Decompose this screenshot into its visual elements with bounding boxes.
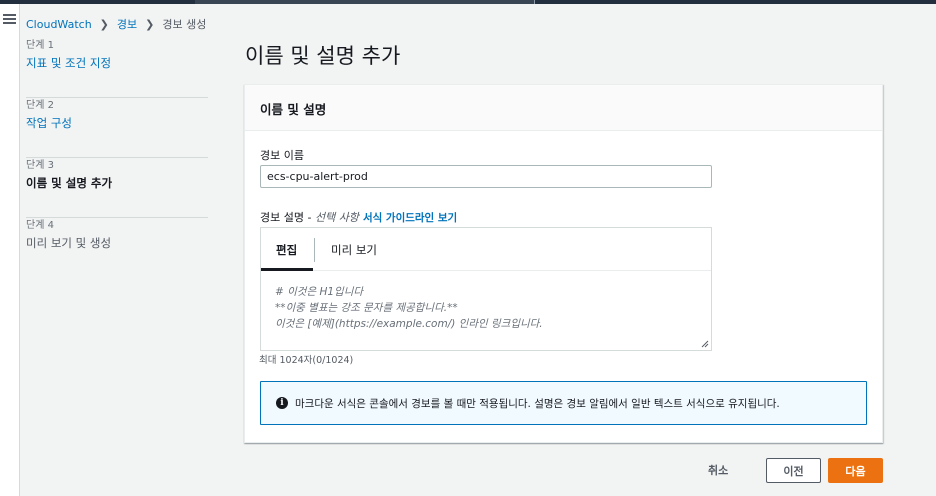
panel-header: 이름 및 설명 — [245, 85, 882, 131]
tab-preview[interactable]: 미리 보기 — [331, 242, 377, 258]
editor-tabs: 편집 미리 보기 — [261, 228, 711, 271]
name-description-panel: 이름 및 설명 경보 이름 경보 설명 - 선택 사항 서식 가이드라인 보기 편… — [244, 84, 883, 443]
console-top-bar — [0, 0, 936, 4]
info-alert-text: 마크다운 서식은 콘솔에서 경보를 볼 때만 적용됩니다. 설명은 경보 알림에… — [295, 397, 780, 410]
top-search-strip — [195, 0, 535, 4]
step-number: 단계 1 — [26, 40, 54, 51]
optional-label: 선택 사항 — [314, 211, 359, 224]
alarm-description-label: 경보 설명 - 선택 사항 서식 가이드라인 보기 — [260, 209, 457, 225]
wizard-step-3: 단계 3 이름 및 설명 추가 — [26, 158, 208, 218]
step-number: 단계 3 — [26, 160, 54, 171]
side-nav-rail — [0, 4, 20, 496]
step-number: 단계 2 — [26, 100, 54, 111]
active-tab-indicator — [261, 268, 313, 271]
description-textarea[interactable]: # 이것은 H1입니다 **이중 별표는 강조 문자를 제공합니다.** 이것은… — [275, 284, 543, 332]
format-guide-link[interactable]: 서식 가이드라인 보기 — [363, 212, 457, 224]
step-current-name: 이름 및 설명 추가 — [26, 176, 113, 190]
description-editor: 편집 미리 보기 # 이것은 H1입니다 **이중 별표는 강조 문자를 제공합… — [260, 227, 712, 351]
step-number: 단계 4 — [26, 220, 54, 231]
next-button[interactable]: 다음 — [828, 458, 883, 483]
description-label-text: 경보 설명 - — [260, 211, 315, 224]
info-alert: i 마크다운 서식은 콘솔에서 경보를 볼 때만 적용됩니다. 설명은 경보 알… — [260, 381, 867, 425]
page-title: 이름 및 설명 추가 — [245, 44, 401, 68]
info-icon: i — [276, 397, 288, 409]
resize-handle-icon[interactable] — [701, 340, 709, 348]
step-link-actions[interactable]: 작업 구성 — [26, 114, 208, 132]
previous-button[interactable]: 이전 — [766, 458, 821, 483]
alarm-name-input[interactable] — [260, 165, 712, 188]
chevron-right-icon: ❯ — [145, 17, 155, 31]
wizard-step-1: 단계 1 지표 및 조건 지정 — [26, 38, 208, 98]
breadcrumb-current: 경보 생성 — [162, 18, 207, 31]
wizard-steps: 단계 1 지표 및 조건 지정 단계 2 작업 구성 단계 3 이름 및 설명 … — [26, 38, 208, 278]
character-count: 최대 1024자(0/1024) — [259, 355, 354, 366]
breadcrumb-alarms[interactable]: 경보 — [117, 16, 137, 32]
wizard-step-4: 단계 4 미리 보기 및 생성 — [26, 218, 208, 278]
breadcrumb-cloudwatch[interactable]: CloudWatch — [26, 18, 92, 31]
step-label-preview: 미리 보기 및 생성 — [26, 236, 112, 250]
tab-edit[interactable]: 편집 — [276, 242, 297, 258]
cancel-button[interactable]: 취소 — [708, 462, 728, 478]
alarm-name-label: 경보 이름 — [260, 149, 304, 162]
step-link-metric[interactable]: 지표 및 조건 지정 — [26, 54, 208, 72]
chevron-right-icon: ❯ — [99, 17, 109, 31]
breadcrumb: CloudWatch ❯ 경보 ❯ 경보 생성 — [26, 16, 206, 32]
wizard-step-2: 단계 2 작업 구성 — [26, 98, 208, 158]
tab-divider — [314, 238, 315, 262]
menu-icon[interactable] — [3, 14, 16, 24]
